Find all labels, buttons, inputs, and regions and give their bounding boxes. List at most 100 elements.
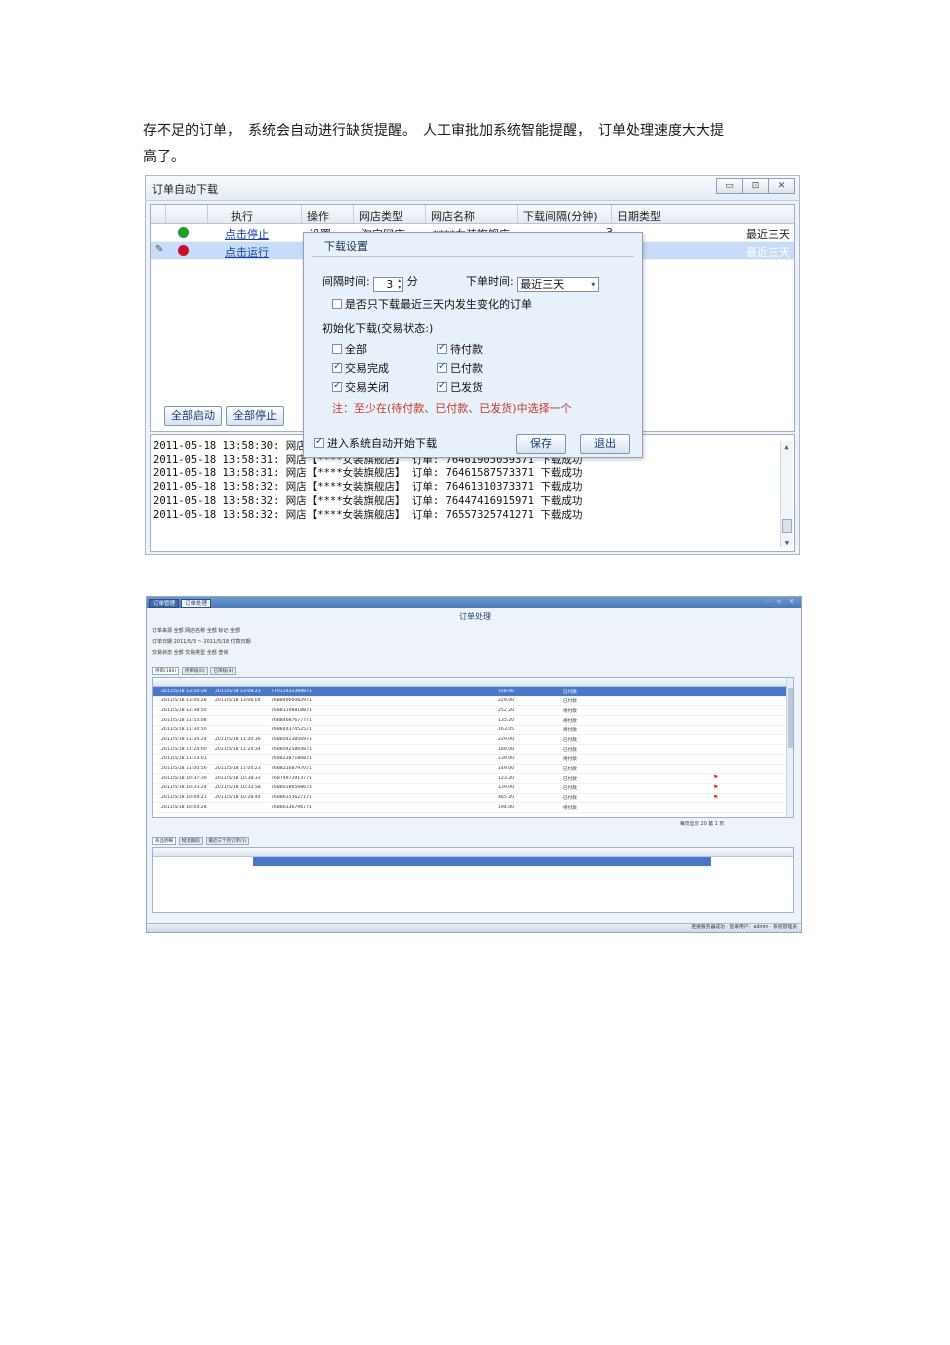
order-cell-date: 2011/5/18 10:37:39 — [161, 775, 207, 781]
tab-to-review[interactable]: 待审核(0) — [181, 667, 208, 675]
filter-row[interactable]: 订单来源 全部 网店名称 全部 标记 全部 — [152, 627, 240, 636]
col-date-type[interactable]: 日期类型 — [617, 208, 661, 224]
order-cell-status: 已付款 — [563, 689, 577, 695]
tab-pending[interactable]: 待审(180) — [152, 667, 180, 675]
tab-logistics[interactable]: 物流跟踪 — [178, 837, 203, 845]
selection-note: 注：至少在(待付款、已付款、已发货)中选择一个 — [332, 402, 572, 415]
flag-icon[interactable]: ⚑ — [713, 794, 718, 801]
tab-order-management[interactable]: 订单管理 — [149, 599, 180, 608]
pending-pay-checkbox[interactable] — [437, 342, 447, 354]
order-row[interactable]: 2011/5/18 10:04:28 76886336796771 194.00 待付… — [153, 803, 793, 813]
stop-link[interactable]: 点击停止 — [225, 226, 269, 242]
order-cell-no: 76886336796771 — [271, 804, 312, 810]
order-cell-date: 2011/5/18 11:00:56 — [161, 766, 207, 771]
order-cell-no: 76884437452571 — [271, 727, 312, 733]
log-scrollbar[interactable]: ▲ ▼ — [780, 441, 792, 547]
tab-strip: 订单管理 订单处理 - ▫ × — [147, 597, 801, 608]
order-row[interactable]: 2011/5/18 11:24:00 2011/5/18 11:24:34 7688… — [153, 745, 793, 755]
order-row[interactable]: 2011/5/18 13:10:28 2011/5/18 13:08:23 7701… — [153, 687, 793, 697]
table-scrollbar[interactable] — [786, 678, 793, 817]
all-checkbox[interactable] — [332, 344, 342, 354]
order-cell-amt: 252.20 — [498, 707, 515, 713]
paid-checkbox[interactable] — [437, 361, 447, 373]
order-cell-amt: 135.20 — [498, 717, 515, 723]
status-text: 连接服务器成功 · 登录用户：admin · 系统管理员 — [691, 925, 797, 930]
interval-label: 间隔时间: — [322, 275, 370, 288]
tab-items[interactable]: 商品明细 — [152, 837, 176, 845]
order-cell-no: 76880186598671 — [271, 785, 312, 791]
order-table: 2011/5/18 13:10:28 2011/5/18 13:08:23 7701… — [152, 677, 794, 818]
order-processing-window: 订单管理 订单处理 - ▫ × 订单处理 订单来源 全部 网店名称 全部 标记 … — [146, 596, 802, 933]
scroll-up-icon[interactable]: ▲ — [781, 441, 792, 451]
order-row[interactable]: 2011/5/18 10:09:21 2011/5/18 10:28:44 7688… — [153, 794, 793, 804]
order-cell-amt: 163.05 — [498, 727, 515, 733]
init-download-label: 初始化下载(交易状态:) — [322, 322, 434, 335]
item-row[interactable] — [253, 857, 711, 867]
dialog-title: 下载设置 — [312, 239, 634, 257]
col-exec[interactable]: 执行 — [231, 208, 253, 224]
order-cell-amt: 189.00 — [498, 746, 515, 752]
order-row[interactable]: 2011/5/18 11:34:50 76884437452571 163.05 待付… — [153, 726, 793, 736]
order-cell-status: 已付款 — [563, 767, 577, 772]
tab-order-processing[interactable]: 订单处理 — [181, 599, 212, 608]
shipped-checkbox[interactable] — [437, 380, 447, 392]
window-controls[interactable]: - ▫ × — [767, 598, 797, 605]
filter-row[interactable]: 交易状态 全部 交易类型 全部 查询 — [152, 649, 228, 658]
tab-recent-orders[interactable]: 最近三个月订单(1) — [205, 837, 250, 845]
closed-checkbox[interactable] — [332, 380, 342, 392]
page-title: 订单处理 — [459, 612, 491, 621]
detail-tabs: 商品明细 物流跟踪 最近三个月订单(1) — [152, 837, 250, 845]
interval-stepper[interactable]: 3 — [373, 277, 404, 292]
order-time-select[interactable]: 最近三天 — [517, 277, 600, 292]
order-cell-no: 76874972913771 — [271, 775, 312, 781]
order-row[interactable]: 2011/5/18 11:00:56 2011/5/18 11:04:23 7688… — [153, 765, 793, 775]
maximize-button[interactable]: ⊡ — [742, 178, 769, 194]
order-row[interactable]: 2011/5/18 10:33:24 2011/5/18 10:33:58 7688… — [153, 784, 793, 794]
log-line: 2011-05-18 13:58:32: 网店【****女装旗舰店】 订单: 7… — [153, 494, 583, 507]
col-interval[interactable]: 下载间隔(分钟) — [523, 208, 598, 224]
closed-label: 交易关闭 — [345, 381, 389, 394]
col-shop-type[interactable]: 网店类型 — [359, 208, 403, 224]
order-cell-pay: 2011/5/18 10:38:33 — [215, 775, 261, 781]
scroll-thumb[interactable] — [782, 519, 792, 533]
filter-row[interactable]: 订单日期 2011/5/3 ~ 2011/5/18 付款日期 — [152, 638, 251, 647]
stop-all-button[interactable]: 全部停止 — [226, 406, 284, 426]
start-all-button[interactable]: 全部启动 — [164, 406, 222, 426]
flag-icon[interactable]: ⚑ — [713, 784, 718, 791]
minimize-button[interactable]: ▭ — [716, 178, 743, 194]
order-cell-amt: 465.20 — [498, 795, 515, 801]
order-cell-date: 2011/5/18 13:00:28 — [161, 698, 207, 704]
exit-button[interactable]: 退出 — [580, 434, 630, 454]
pending-pay-label: 待付款 — [450, 343, 483, 356]
order-cell-status: 已付款 — [563, 786, 577, 792]
window-controls: ▭ ⊡ ✕ — [716, 178, 795, 194]
run-link[interactable]: 点击运行 — [225, 244, 269, 260]
order-row[interactable]: 2011/5/18 12:38:50 76881198818871 252.20 待付… — [153, 706, 793, 717]
scroll-down-icon[interactable]: ▼ — [781, 537, 793, 547]
order-cell-no: 76884687677771 — [271, 717, 312, 723]
window-title: 订单自动下载 — [152, 183, 218, 196]
close-button[interactable]: ✕ — [768, 178, 795, 194]
tab-reviewed[interactable]: 已审核(4) — [210, 667, 237, 675]
order-cell-status: 待付款 — [563, 805, 577, 811]
col-shop-name[interactable]: 网店名称 — [431, 208, 475, 224]
all-label: 全部 — [345, 343, 367, 356]
order-cell-pay: 2011/5/18 13:06:04 — [215, 698, 261, 704]
order-row[interactable]: 2011/5/18 11:34:24 2011/5/18 11:30:36 7688… — [153, 735, 793, 746]
order-cell-status: 已付款 — [563, 737, 577, 743]
only-changed-checkbox[interactable] — [332, 299, 342, 309]
flag-icon[interactable]: ⚑ — [713, 774, 718, 781]
auto-start-checkbox[interactable] — [314, 436, 324, 448]
order-row[interactable]: 2011/5/18 11:55:08 76884687677771 135.20 待付… — [153, 716, 793, 726]
done-checkbox[interactable] — [332, 361, 342, 373]
order-row[interactable]: 2011/5/18 10:37:39 2011/5/18 10:38:33 7687… — [153, 774, 793, 784]
save-button[interactable]: 保存 — [516, 434, 566, 454]
status-tabs: 待审(180) 待审核(0) 已审核(4) — [152, 667, 237, 675]
order-cell-no: 76884966082971 — [271, 698, 312, 704]
order-row[interactable]: 2011/5/18 13:00:28 2011/5/18 13:06:04 7688… — [153, 697, 793, 707]
order-row[interactable]: 2011/5/18 11:13:01 76882387186871 139.00 待付… — [153, 755, 793, 765]
order-cell-amt: 194.00 — [498, 804, 515, 810]
col-op[interactable]: 操作 — [307, 208, 329, 224]
auto-start-label: 进入系统自动开始下载 — [327, 437, 437, 450]
pager-info[interactable]: 每页显示 20 第 1 页 — [680, 820, 724, 827]
